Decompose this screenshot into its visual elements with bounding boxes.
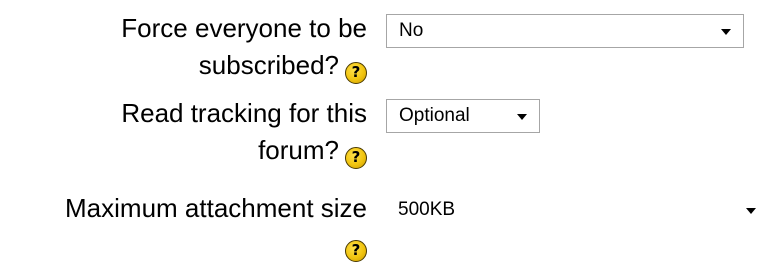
max-attachment-label: Maximum attachment size ? xyxy=(65,190,367,262)
read-tracking-select-value: Optional xyxy=(399,105,470,126)
force-subscribe-select-value: No xyxy=(399,20,424,41)
max-attachment-label-line-1: Maximum attachment size xyxy=(65,193,367,223)
chevron-down-icon xyxy=(746,208,756,214)
chevron-down-icon xyxy=(517,114,527,120)
max-attachment-select[interactable]: 500KB xyxy=(386,194,768,228)
force-subscribe-label: Force everyone to be subscribed?? xyxy=(121,10,367,84)
max-attachment-select-value: 500KB xyxy=(398,199,456,220)
force-subscribe-label-line-2: subscribed?? xyxy=(121,47,367,84)
help-icon[interactable]: ? xyxy=(345,62,367,84)
help-icon[interactable]: ? xyxy=(345,147,367,169)
read-tracking-label-line-1: Read tracking for this xyxy=(121,98,367,128)
force-subscribe-select[interactable]: No xyxy=(386,14,744,48)
read-tracking-select[interactable]: Optional xyxy=(386,99,540,133)
forum-settings-form: Force everyone to be subscribed?? No Rea… xyxy=(0,0,768,264)
help-icon[interactable]: ? xyxy=(345,240,367,262)
force-subscribe-label-line-2-text: subscribed? xyxy=(198,50,339,80)
read-tracking-label-line-2: forum?? xyxy=(121,132,367,169)
chevron-down-icon xyxy=(721,29,731,35)
max-attachment-help-line: ? xyxy=(65,227,367,262)
force-subscribe-label-line-1: Force everyone to be xyxy=(121,13,367,43)
read-tracking-label-line-2-text: forum? xyxy=(258,135,339,165)
read-tracking-label: Read tracking for this forum?? xyxy=(121,95,367,169)
